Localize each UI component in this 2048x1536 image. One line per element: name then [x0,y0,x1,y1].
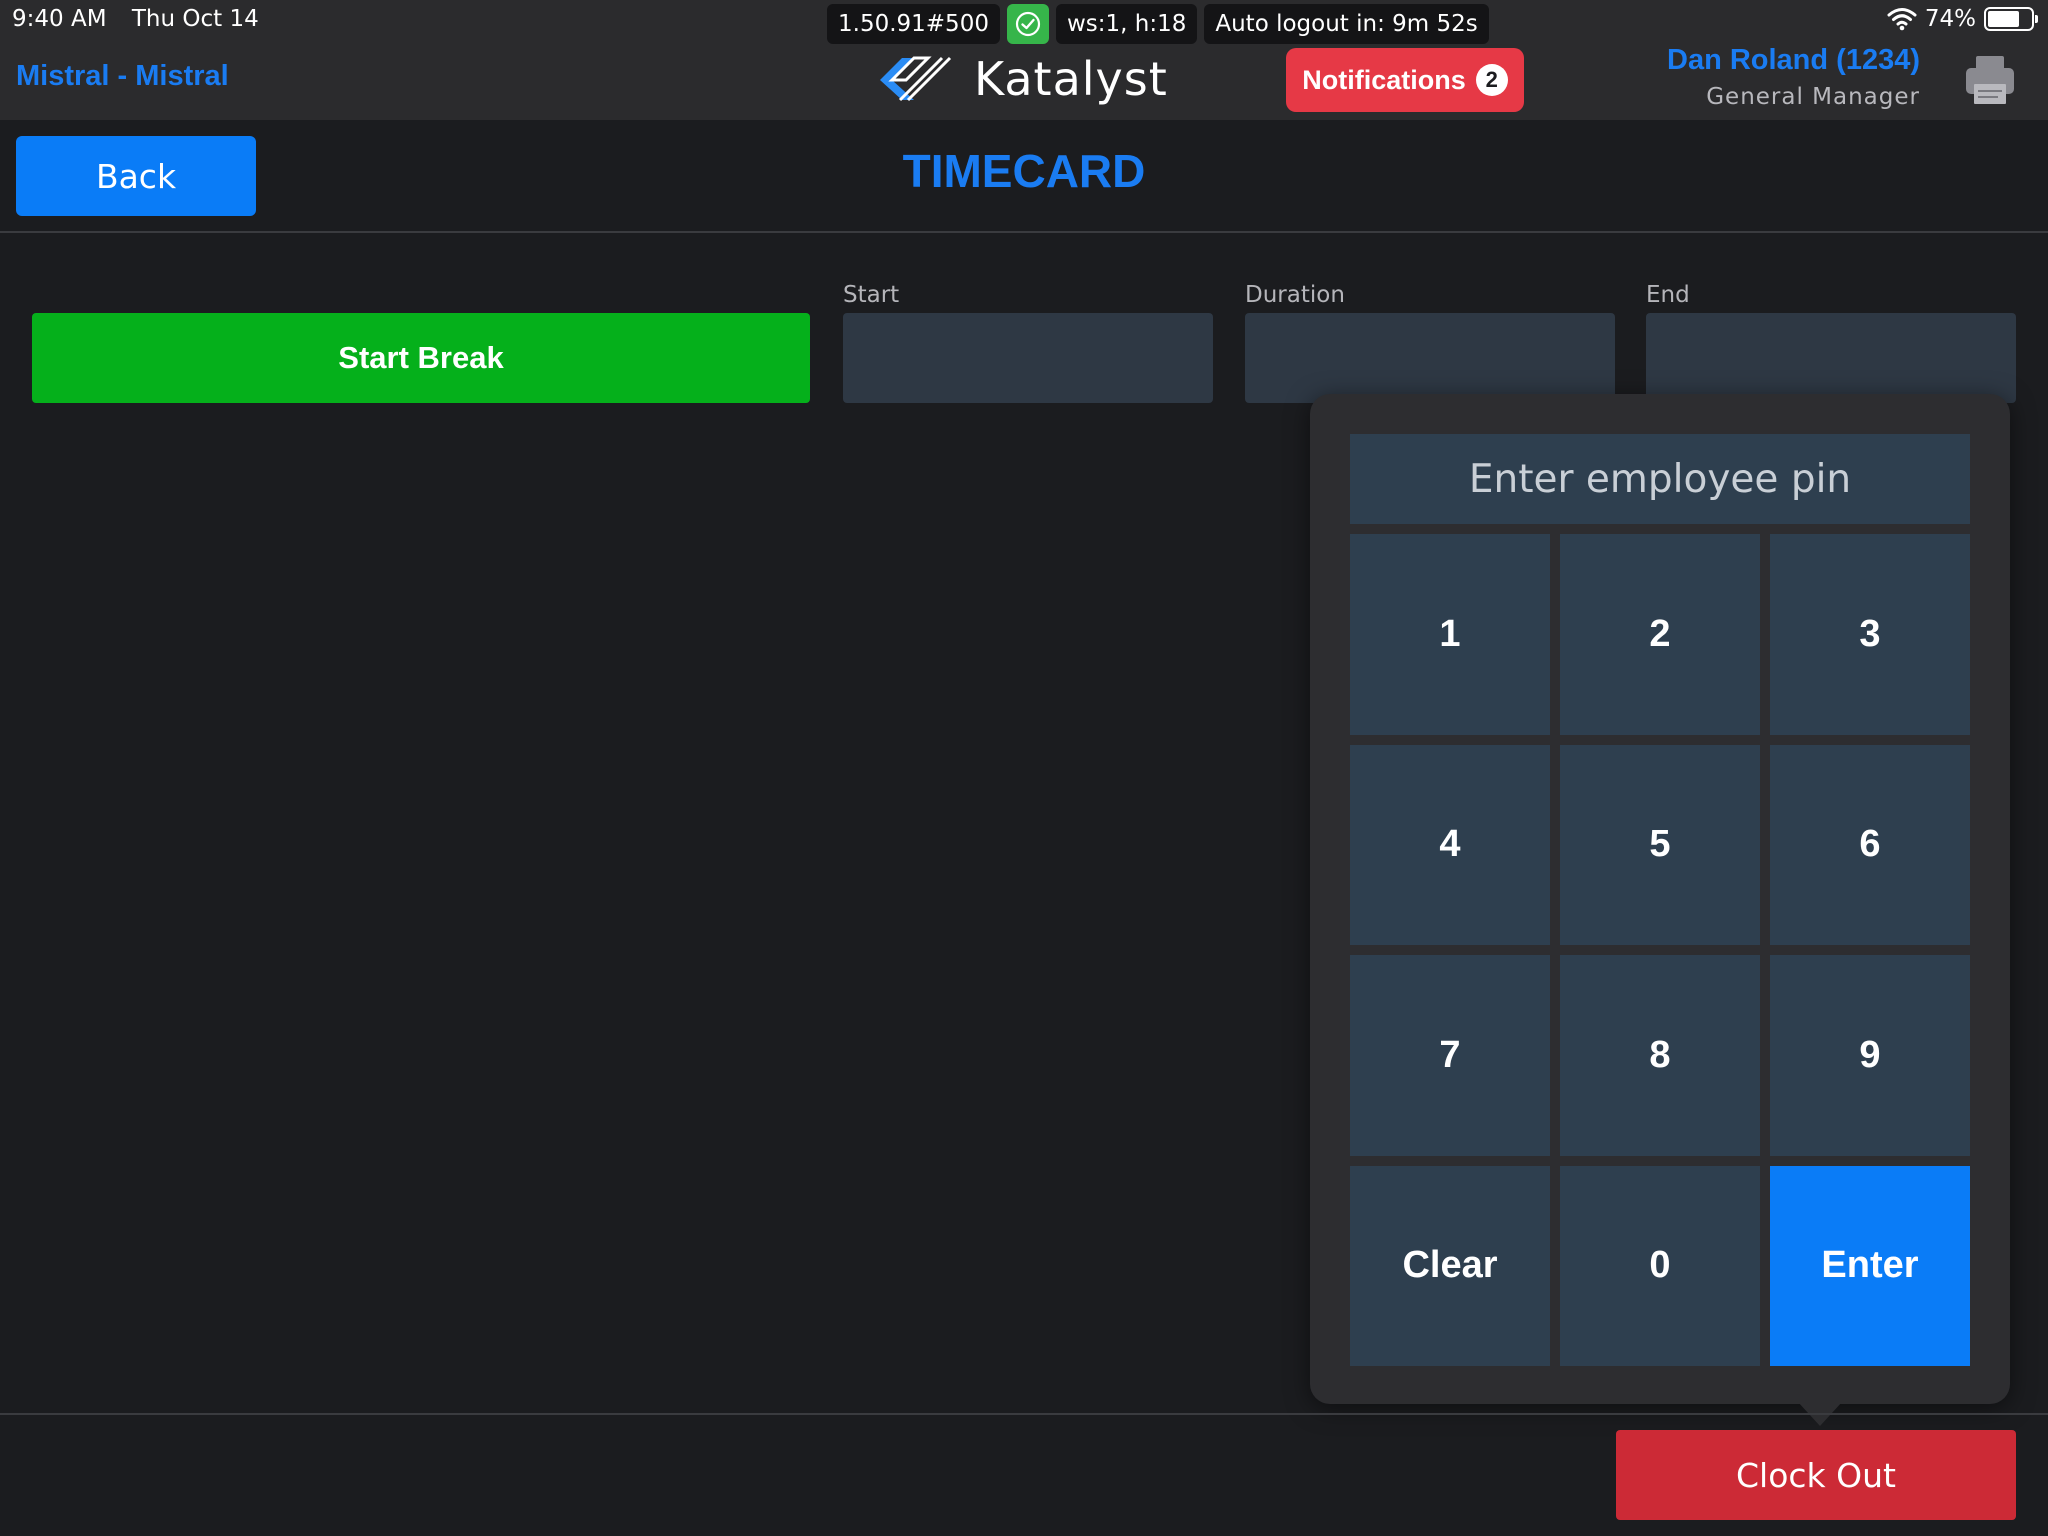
status-chips: 1.50.91#500 ws:1, h:18 Auto logout in: 9… [827,4,1489,44]
footer-divider [0,1413,2048,1415]
user-role: General Manager [1706,84,1920,110]
user-name[interactable]: Dan Roland (1234) [1667,44,1920,77]
start-label: Start [843,282,900,308]
wifi-icon [1887,8,1917,31]
duration-field [1245,313,1615,403]
key-6[interactable]: 6 [1770,744,1970,945]
key-enter[interactable]: Enter [1770,1165,1970,1366]
build-chip: 1.50.91#500 [827,4,1000,44]
battery-percent: 74% [1924,6,1976,32]
sync-status-chip [1006,4,1049,44]
device-status: 74% [1887,6,2038,32]
end-label: End [1646,282,1690,308]
key-0[interactable]: 0 [1560,1165,1760,1366]
top-bar: 9:40 AM Thu Oct 14 1.50.91#500 ws:1, h:1… [0,0,2048,120]
store-name[interactable]: Mistral - Mistral [16,60,229,93]
katalyst-logo-icon [880,56,952,102]
key-3[interactable]: 3 [1770,534,1970,735]
status-time: 9:40 AM [12,6,107,32]
status-clock: 9:40 AM Thu Oct 14 [12,6,277,32]
printer-icon[interactable] [1962,52,2018,108]
pin-pad-popover: 1 2 3 4 5 6 7 8 9 Clear 0 Enter [1310,394,2010,1404]
clock-out-button[interactable]: Clock Out [1616,1430,2016,1520]
page-title: TIMECARD [902,145,1146,197]
notifications-button[interactable]: Notifications 2 [1286,48,1524,112]
key-4[interactable]: 4 [1350,744,1550,945]
workstation-chip: ws:1, h:18 [1055,4,1198,44]
key-5[interactable]: 5 [1560,744,1760,945]
key-9[interactable]: 9 [1770,955,1970,1156]
check-circle-icon [1015,11,1041,37]
notifications-label: Notifications [1302,64,1466,95]
start-time-field [843,313,1213,403]
key-7[interactable]: 7 [1350,955,1550,1156]
auto-logout-chip: Auto logout in: 9m 52s [1204,4,1489,44]
key-8[interactable]: 8 [1560,955,1760,1156]
employee-pin-input[interactable] [1350,434,1970,524]
brand-name: Katalyst [974,52,1168,106]
header-divider [0,231,2048,233]
key-1[interactable]: 1 [1350,534,1550,735]
key-2[interactable]: 2 [1560,534,1760,735]
battery-fill [1988,11,2020,27]
start-break-button[interactable]: Start Break [32,313,810,403]
brand-logo: Katalyst [878,52,1168,106]
notifications-count-badge: 2 [1475,64,1508,96]
duration-label: Duration [1245,282,1345,308]
status-date: Thu Oct 14 [131,6,259,32]
battery-icon [1984,7,2038,31]
pin-keypad: 1 2 3 4 5 6 7 8 9 Clear 0 Enter [1350,534,1970,1366]
end-time-field [1646,313,2016,403]
key-clear[interactable]: Clear [1350,1165,1550,1366]
